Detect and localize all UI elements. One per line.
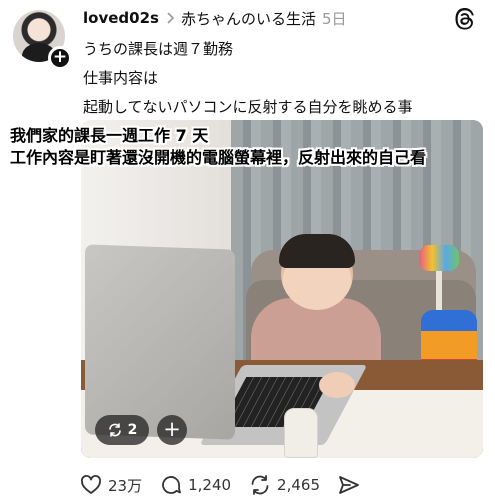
post-time: 5日 xyxy=(321,9,347,28)
follow-plus-icon[interactable]: + xyxy=(48,46,72,70)
reply-button[interactable]: 1,240 xyxy=(159,473,231,497)
photo-baby-hair xyxy=(279,234,355,268)
repost-icon xyxy=(108,423,121,437)
like-count: 23万 xyxy=(108,476,143,495)
photo-baby-hand xyxy=(319,372,355,398)
media-repost-count: 2 xyxy=(127,422,138,438)
media-repost-button[interactable]: 2 xyxy=(95,415,149,445)
threads-icon[interactable] xyxy=(454,8,476,30)
username[interactable]: loved02s xyxy=(83,9,159,27)
heart-icon xyxy=(81,475,101,494)
action-bar: 23万 1,240 2,465 xyxy=(79,473,378,497)
repost-button[interactable]: 2,465 xyxy=(248,473,320,497)
repost-count: 2,465 xyxy=(277,476,320,494)
topic-tag[interactable]: 赤ちゃんのいる生活 xyxy=(181,8,316,29)
share-button[interactable] xyxy=(337,473,361,497)
photo-laptop-screen xyxy=(85,244,235,440)
post-text-line: 仕事内容は xyxy=(83,69,159,87)
post-header: loved02s 赤ちゃんのいる生活 5日 xyxy=(83,8,347,28)
reply-count: 1,240 xyxy=(188,476,232,494)
send-icon xyxy=(339,476,359,494)
overlay-caption-line: 工作內容是盯著還沒開機的電腦螢幕裡，反射出來的自己看 xyxy=(10,148,427,167)
post-text-line: 起動してないパソコンに反射する自分を眺める事 xyxy=(83,98,413,116)
post-photo[interactable] xyxy=(81,120,483,458)
post-text-line: うちの課長は週７勤務 xyxy=(83,40,234,58)
chevron-right-icon xyxy=(167,12,175,24)
media-add-button[interactable]: + xyxy=(157,415,187,445)
like-button[interactable]: 23万 xyxy=(79,473,142,497)
comment-icon xyxy=(162,476,181,494)
overlay-caption-line: 我們家的課長一週工作 7 天 xyxy=(10,126,209,145)
repost-icon xyxy=(251,475,269,495)
photo-toy-mobile xyxy=(419,245,459,271)
photo-bottle xyxy=(284,408,318,458)
